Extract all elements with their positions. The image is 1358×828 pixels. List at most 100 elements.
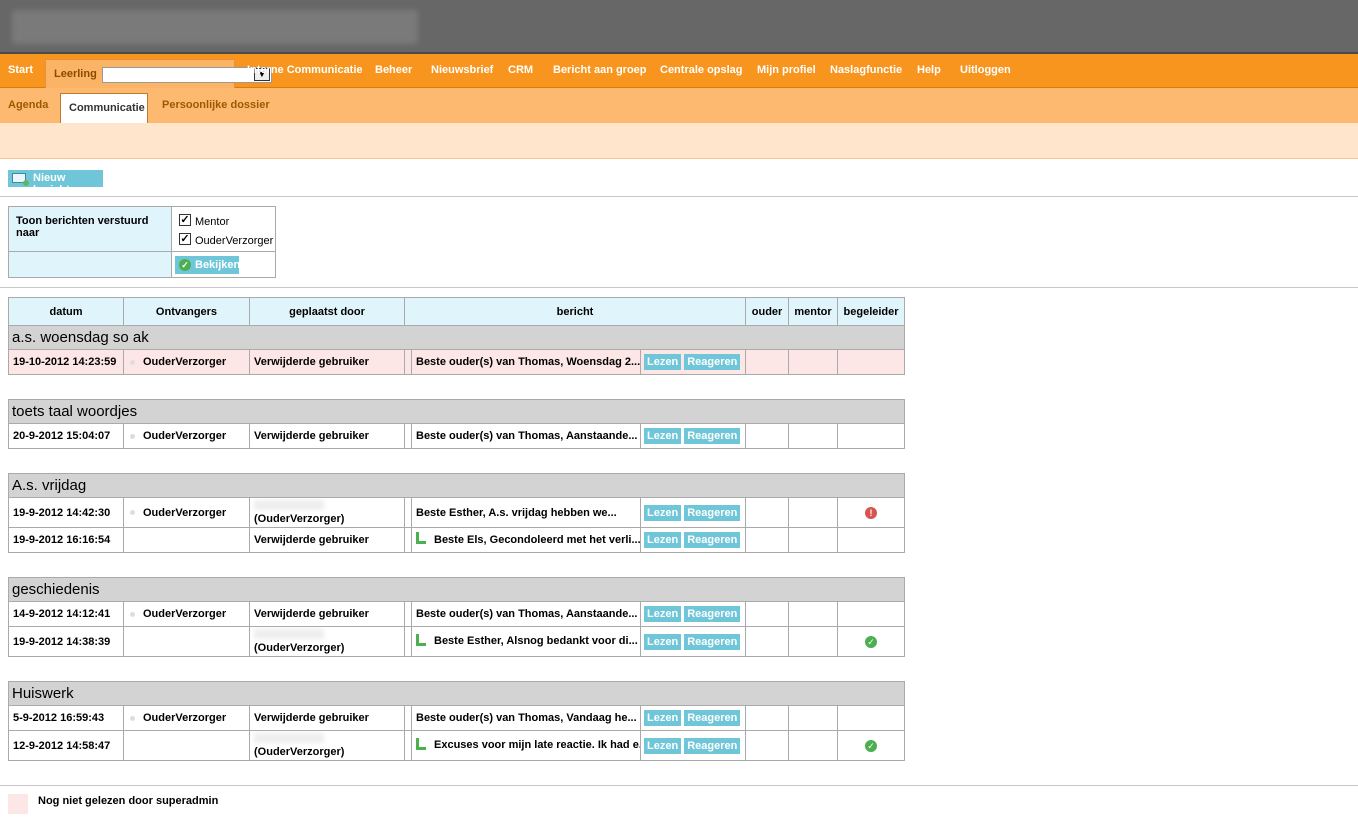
row-actions: Lezen Reageren [639,601,747,627]
header-logo-blurred [12,10,418,44]
row-message: Beste ouder(s) van Thomas, Aanstaande... [411,601,641,627]
posted-by-role: (OuderVerzorger) [254,746,345,758]
read-button[interactable]: Lezen [644,633,682,650]
row-ouder [745,349,790,375]
table-row[interactable]: 20-9-2012 15:04:07 OuderVerzorger Verwijde… [8,423,906,449]
message-text: Beste ouder(s) van Thomas, Woensdag 2... [416,356,641,368]
row-recipient: OuderVerzorger [123,601,250,627]
table-row[interactable]: 19-10-2012 14:23:59 OuderVerzorger Verwijd… [8,349,906,375]
col-bericht[interactable]: bericht [403,297,747,326]
nav-uitloggen[interactable]: Uitloggen [960,54,1011,87]
nav-interne-communicatie[interactable]: Interne Communicatie [247,54,363,87]
filter-panel: Toon berichten verstuurd naar ✓ Mentor ✓… [8,206,276,278]
nav-start[interactable]: Start [8,54,33,87]
unread-swatch [8,794,28,814]
row-date: 19-9-2012 16:16:54 [8,527,124,553]
read-button[interactable]: Lezen [644,504,682,521]
tab-agenda[interactable]: Agenda [8,99,48,111]
new-message-label: Nieuw bericht [33,172,70,196]
row-message: Excuses voor mijn late reactie. Ik had e… [411,730,641,761]
reply-button[interactable]: Reageren [684,737,741,754]
row-actions: Lezen Reageren [639,497,747,528]
row-gap [404,349,412,375]
divider [0,287,1358,288]
group-title: A.s. vrijdag [7,473,906,498]
row-begeleider: ! [837,497,906,528]
row-posted-by: (OuderVerzorger) [249,497,405,528]
view-button[interactable]: ✓ Bekijken [175,256,240,274]
row-gap [404,497,412,528]
nav-crm[interactable]: CRM [508,54,533,87]
tab-communicatie[interactable]: Communicatie [60,93,148,124]
row-date: 14-9-2012 14:12:41 [8,601,124,627]
read-button[interactable]: Lezen [644,428,682,444]
blurred-name [254,733,324,743]
row-actions: Lezen Reageren [639,423,747,449]
nav-help[interactable]: Help [917,54,941,87]
row-gap [404,601,412,627]
table-row[interactable]: 19-9-2012 14:38:39 (OuderVerzorger) Beste … [8,626,906,657]
group-row: geschiedenis [7,577,906,602]
leerling-label: Leerling [54,68,97,80]
read-button[interactable]: Lezen [644,606,682,622]
reply-button[interactable]: Reageren [684,710,741,726]
col-mentor[interactable]: mentor [788,297,839,326]
col-geplaatst-door[interactable]: geplaatst door [249,297,405,326]
row-message: Beste ouder(s) van Thomas, Aanstaande... [411,423,641,449]
table-row[interactable]: 12-9-2012 14:58:47 (OuderVerzorger) Excuse… [8,730,906,761]
row-message: Beste ouder(s) van Thomas, Vandaag he... [411,705,641,731]
row-gap [404,423,412,449]
nav-nieuwsbrief[interactable]: Nieuwsbrief [431,54,493,87]
reply-button[interactable]: Reageren [684,504,741,521]
col-datum[interactable]: datum [8,297,124,326]
mentor-checkbox[interactable]: ✓ [179,214,191,226]
row-message: Beste Els, Gecondoleerd met het verli... [411,527,641,553]
message-text: Beste Els, Gecondoleerd met het verli... [434,533,641,546]
recipient-text: OuderVerzorger [143,712,227,724]
row-begeleider: ✓ [837,730,906,761]
reply-button[interactable]: Reageren [684,606,741,622]
row-recipient: OuderVerzorger [123,423,250,449]
ouderverzorger-label: OuderVerzorger [195,235,274,247]
reply-button[interactable]: Reageren [684,354,741,370]
posted-by-role: (OuderVerzorger) [254,513,345,525]
reply-button[interactable]: Reageren [684,532,741,548]
dot-icon [130,359,135,365]
tab-persoonlijke-dossier[interactable]: Persoonlijke dossier [162,99,270,111]
col-begeleider[interactable]: begeleider [837,297,906,326]
nav-beheer[interactable]: Beheer [375,54,412,87]
row-posted-by: Verwijderde gebruiker [249,705,405,731]
row-ouder [745,601,790,627]
blurred-name [254,629,324,639]
table-header-row: datum Ontvangers geplaatst door bericht … [8,297,906,326]
ouderverzorger-checkbox[interactable]: ✓ [179,233,191,245]
nav-mijn-profiel[interactable]: Mijn profiel [757,54,816,87]
nav-centrale-opslag[interactable]: Centrale opslag [660,54,743,87]
nav-leerling: Leerling ▼ [45,59,272,89]
messages-table: datum Ontvangers geplaatst door bericht … [7,297,906,761]
posted-by-text: Verwijderde gebruiker [254,712,369,724]
nav-bericht-aan-groep[interactable]: Bericht aan groep [553,54,647,87]
nav-naslagfunctie[interactable]: Naslagfunctie [830,54,902,87]
new-message-button[interactable]: Nieuw bericht [8,170,103,196]
reply-button[interactable]: Reageren [684,633,741,650]
read-button[interactable]: Lezen [644,354,682,370]
col-ontvangers[interactable]: Ontvangers [123,297,250,326]
read-button[interactable]: Lezen [644,710,682,726]
row-mentor [788,423,839,449]
read-button[interactable]: Lezen [644,737,682,754]
read-button[interactable]: Lezen [644,532,682,548]
main-nav: Start Leerling ▼ Interne Communicatie Be… [0,54,1358,89]
row-message: Beste Esther, A.s. vrijdag hebben we... [411,497,641,528]
posted-by-text: Verwijderde gebruiker [254,430,369,442]
header-bar [0,0,1358,54]
posted-by-text: Verwijderde gebruiker [254,356,369,368]
col-ouder[interactable]: ouder [745,297,790,326]
table-row[interactable]: 5-9-2012 16:59:43 OuderVerzorger Verwijder… [8,705,906,731]
posted-by-role: (OuderVerzorger) [254,642,345,654]
table-row[interactable]: 19-9-2012 14:42:30 OuderVerzorger (OuderVe… [8,497,906,528]
table-row[interactable]: 19-9-2012 16:16:54 Verwijderde gebruiker B… [8,527,906,553]
table-row[interactable]: 14-9-2012 14:12:41 OuderVerzorger Verwijde… [8,601,906,627]
reply-button[interactable]: Reageren [684,428,741,444]
message-text: Beste ouder(s) van Thomas, Aanstaande... [416,608,638,620]
